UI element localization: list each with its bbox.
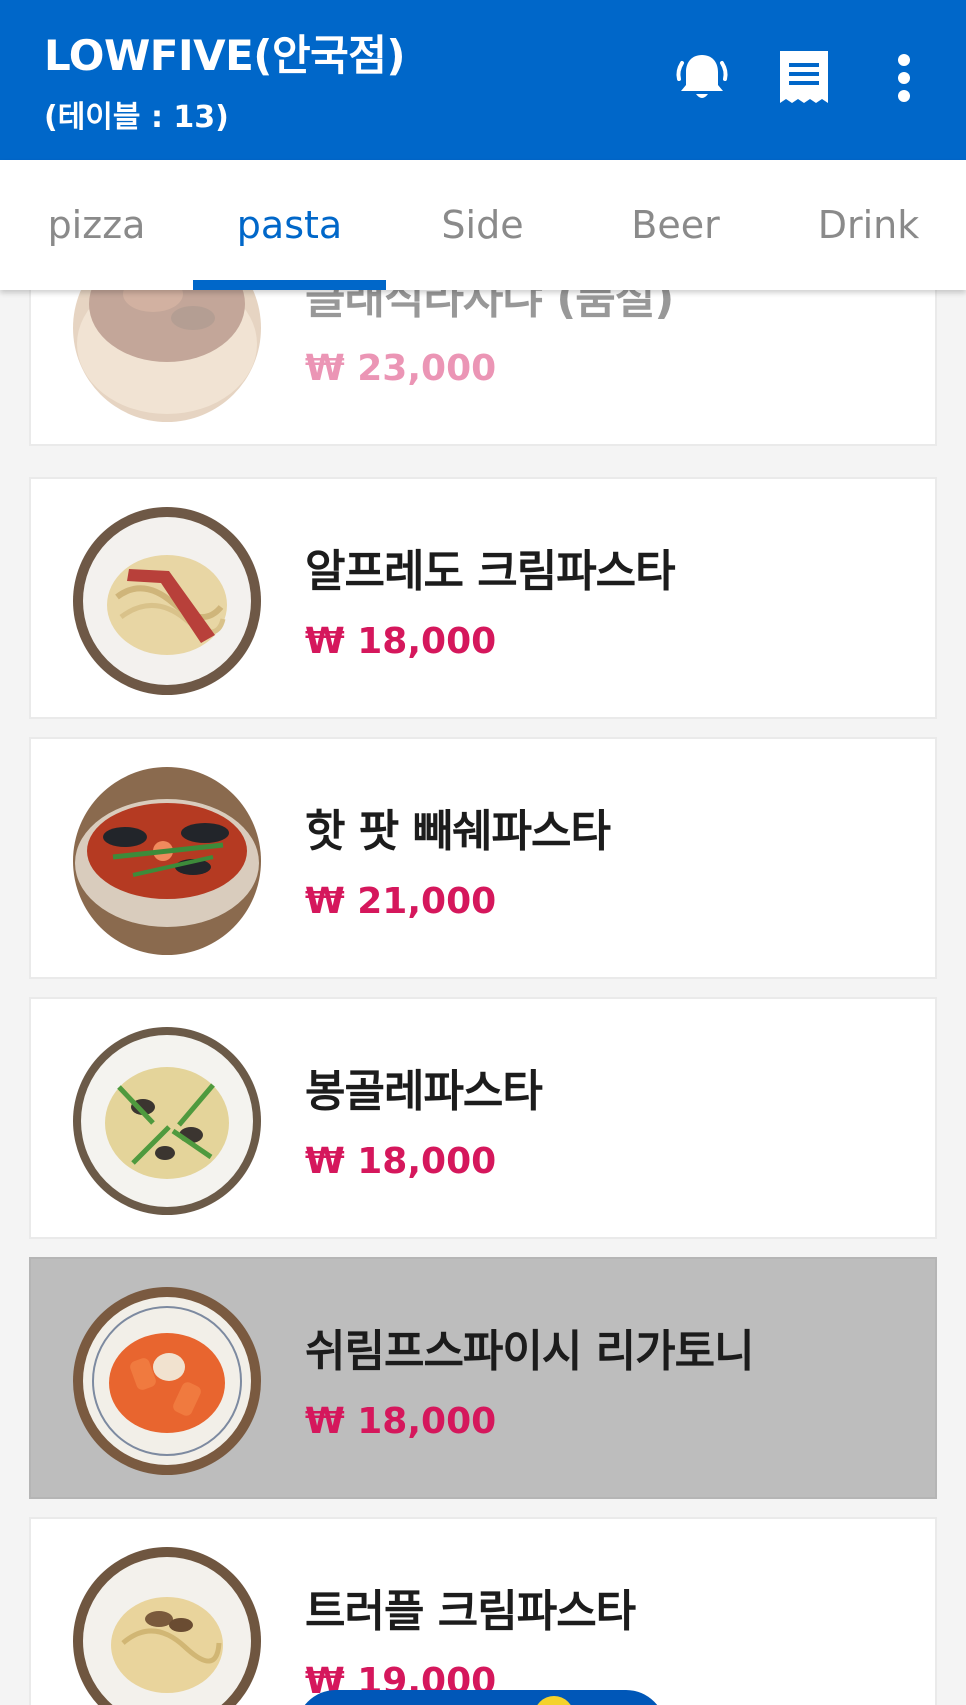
- menu-item-name: 핫 팟 빼쉐파스타: [305, 806, 611, 857]
- menu-item-name: 클래식라자냐 (품절): [305, 290, 674, 324]
- food-image: [73, 1027, 261, 1215]
- cart-count-badge: [534, 1696, 574, 1705]
- food-image: [73, 507, 261, 695]
- menu-item-name: 쉬림프스파이시 리가토니: [305, 1326, 755, 1377]
- active-tab-indicator: [193, 280, 386, 290]
- menu-item-name: 알프레도 크림파스타: [305, 546, 676, 597]
- bell-icon: [673, 49, 731, 111]
- menu-item-price: ₩ 18,000: [305, 621, 497, 662]
- call-staff-button[interactable]: [666, 44, 738, 116]
- menu-item-name: 트러플 크림파스타: [305, 1586, 636, 1637]
- menu-item-card[interactable]: 클래식라자냐 (품절) ₩ 23,000: [29, 290, 937, 446]
- menu-item-card[interactable]: 봉골레파스타 ₩ 18,000: [29, 997, 937, 1239]
- food-image: [73, 767, 261, 955]
- store-name: LOWFIVE(안국점): [44, 31, 406, 80]
- food-image: [73, 1287, 261, 1475]
- menu-item-price: ₩ 23,000: [305, 348, 497, 389]
- tab-drink[interactable]: Drink: [772, 160, 965, 290]
- tab-pizza[interactable]: pizza: [0, 160, 193, 290]
- order-history-button[interactable]: [768, 44, 840, 116]
- app-bar: LOWFIVE(안국점) (테이블 : 13): [0, 0, 966, 160]
- receipt-icon: [777, 49, 831, 111]
- menu-item-card[interactable]: 트러플 크림파스타 ₩ 19,000: [29, 1517, 937, 1705]
- menu-item-card[interactable]: 핫 팟 빼쉐파스타 ₩ 21,000: [29, 737, 937, 979]
- menu-item-name: 봉골레파스타: [305, 1066, 543, 1117]
- more-vert-icon: [894, 52, 914, 108]
- menu-item-price: ₩ 18,000: [305, 1141, 497, 1182]
- cart-button[interactable]: [296, 1690, 666, 1705]
- tab-side[interactable]: Side: [386, 160, 579, 290]
- category-tabs: pizza pasta Side Beer Drink: [0, 160, 966, 290]
- menu-item-price: ₩ 21,000: [305, 881, 497, 922]
- food-image: [73, 290, 261, 422]
- menu-list[interactable]: 클래식라자냐 (품절) ₩ 23,000 알프레도 크림파스타 ₩ 18,000: [0, 290, 966, 1705]
- tab-beer[interactable]: Beer: [579, 160, 772, 290]
- more-options-button[interactable]: [868, 44, 940, 116]
- table-label: (테이블 : 13): [44, 100, 229, 135]
- menu-item-card[interactable]: 알프레도 크림파스타 ₩ 18,000: [29, 477, 937, 719]
- menu-item-card[interactable]: 쉬림프스파이시 리가토니 ₩ 18,000: [29, 1257, 937, 1499]
- food-image: [73, 1547, 261, 1705]
- tab-pasta[interactable]: pasta: [193, 160, 386, 290]
- menu-item-price: ₩ 18,000: [305, 1401, 497, 1442]
